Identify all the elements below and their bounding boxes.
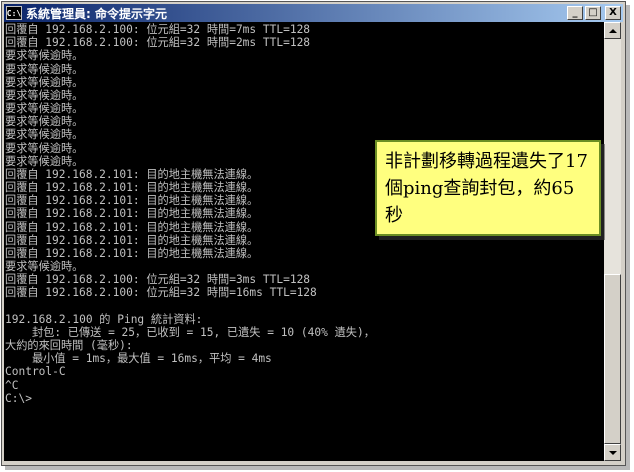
title-bar[interactable]: C:\ 系統管理員: 命令提示字元 _ □ X <box>4 4 623 22</box>
console-line: 要求等候逾時。 <box>5 62 84 76</box>
vertical-scrollbar[interactable] <box>604 22 621 461</box>
console-line: 封包: 已傳送 = 25，已收到 = 15, 已遺失 = 10 (40% 遺失)… <box>5 325 375 339</box>
console-line: 要求等候逾時。 <box>5 88 84 102</box>
console-line: 大約的來回時間 (毫秒): <box>5 339 133 353</box>
arrow-up-icon <box>608 28 617 33</box>
close-button[interactable]: X <box>605 6 621 20</box>
arrow-down-icon <box>608 450 617 455</box>
console-line: ^C <box>5 378 19 392</box>
console-line: 回覆自 192.168.2.100: 位元組=32 時間=7ms TTL=128 <box>5 23 311 36</box>
console-line: 回覆自 192.168.2.100: 位元組=32 時間=3ms TTL=128 <box>5 273 311 287</box>
console-line: 要求等候逾時。 <box>5 102 84 116</box>
console-line: 最小值 = 1ms，最大值 = 16ms，平均 = 4ms <box>5 352 272 366</box>
scroll-up-button[interactable] <box>604 22 621 39</box>
cmd-app-icon[interactable]: C:\ <box>6 6 22 20</box>
console-line: 回覆自 192.168.2.100: 位元組=32 時間=2ms TTL=128 <box>5 36 311 50</box>
maximize-button[interactable]: □ <box>585 6 601 20</box>
scroll-down-button[interactable] <box>604 444 621 461</box>
console-line: 要求等候逾時。 <box>5 49 84 63</box>
console-line: 192.168.2.100 的 Ping 統計資料: <box>5 312 203 326</box>
console-line: 要求等候逾時。 <box>5 115 84 129</box>
window-controls: _ □ X <box>567 6 621 20</box>
console-line: 回覆自 192.168.2.101: 目的地主機無法連線。 <box>5 246 259 260</box>
console-line: C:\> <box>5 391 32 405</box>
window-title: 系統管理員: 命令提示字元 <box>26 6 167 21</box>
scrollbar-thumb[interactable] <box>604 274 621 444</box>
console-line: 要求等候逾時。 <box>5 75 84 89</box>
console-output[interactable]: 回覆自 192.168.2.100: 位元組=32 時間=7ms TTL=128… <box>4 22 604 461</box>
console-line: 要求等候逾時。 <box>5 260 84 274</box>
console-line: 回覆自 192.168.2.100: 位元組=32 時間=16ms TTL=12… <box>5 286 317 300</box>
console-line: Control-C <box>5 365 66 379</box>
minimize-button[interactable]: _ <box>567 6 583 20</box>
annotation-callout: 非計劃移轉過程遺失了17個ping查詢封包，約65秒 <box>375 140 601 236</box>
